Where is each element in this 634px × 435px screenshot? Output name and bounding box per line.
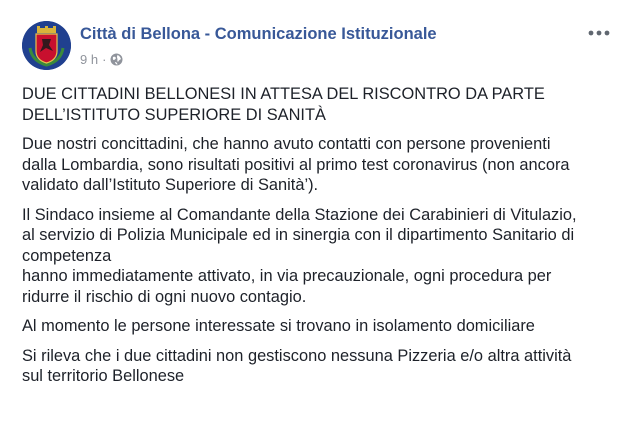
text-line: dalla Lombardia, sono risultati positivi… [22,155,570,174]
text-line: Due nostri concittadini, che hanno avuto… [22,135,551,153]
post-body: DUE CITTADINI BELLONESI IN ATTESA DEL RI… [22,84,622,396]
post-meta: 9 h · [80,52,123,67]
text-line: Il Sindaco insieme al Comandante della S… [22,205,577,224]
text-line: validato dall’Istituto Superiore di Sani… [22,176,319,194]
post-timestamp[interactable]: 9 h [80,52,98,67]
meta-separator: · [102,52,107,67]
text-line: sul territorio Bellonese [22,367,185,385]
post-paragraph: Si rileva che i due cittadini non gestis… [22,346,622,387]
page-name-link[interactable]: Città di Bellona - Comunicazione Istituz… [80,25,437,44]
post-paragraph: Il Sindaco insieme al Comandante della S… [22,205,622,308]
globe-icon[interactable] [110,53,123,66]
text-line: hanno immediatamente attivato, in via pr… [22,267,552,285]
post-paragraph: Due nostri concittadini, che hanno avuto… [22,134,622,196]
text-line: DELL’ISTITUTO SUPERIORE DI SANITÀ [22,105,326,124]
avatar[interactable] [22,21,71,70]
text-line: Al momento le persone interessate si tro… [22,317,535,335]
text-line: Si rileva che i due cittadini non gestis… [22,346,572,365]
text-line: al servizio di Polizia Municipale ed in … [22,226,575,244]
coat-of-arms-icon [22,21,71,70]
text-line: competenza [22,246,112,265]
text-line: ridurre il rischio di ogni nuovo contagi… [22,287,307,306]
more-options-icon[interactable] [586,25,612,41]
post-header: Città di Bellona - Comunicazione Istituz… [22,21,612,73]
post-headline: DUE CITTADINI BELLONESI IN ATTESA DEL RI… [22,84,622,125]
post-paragraph: Al momento le persone interessate si tro… [22,316,622,337]
text-line: DUE CITTADINI BELLONESI IN ATTESA DEL RI… [22,85,545,103]
facebook-post: Città di Bellona - Comunicazione Istituz… [0,0,634,435]
